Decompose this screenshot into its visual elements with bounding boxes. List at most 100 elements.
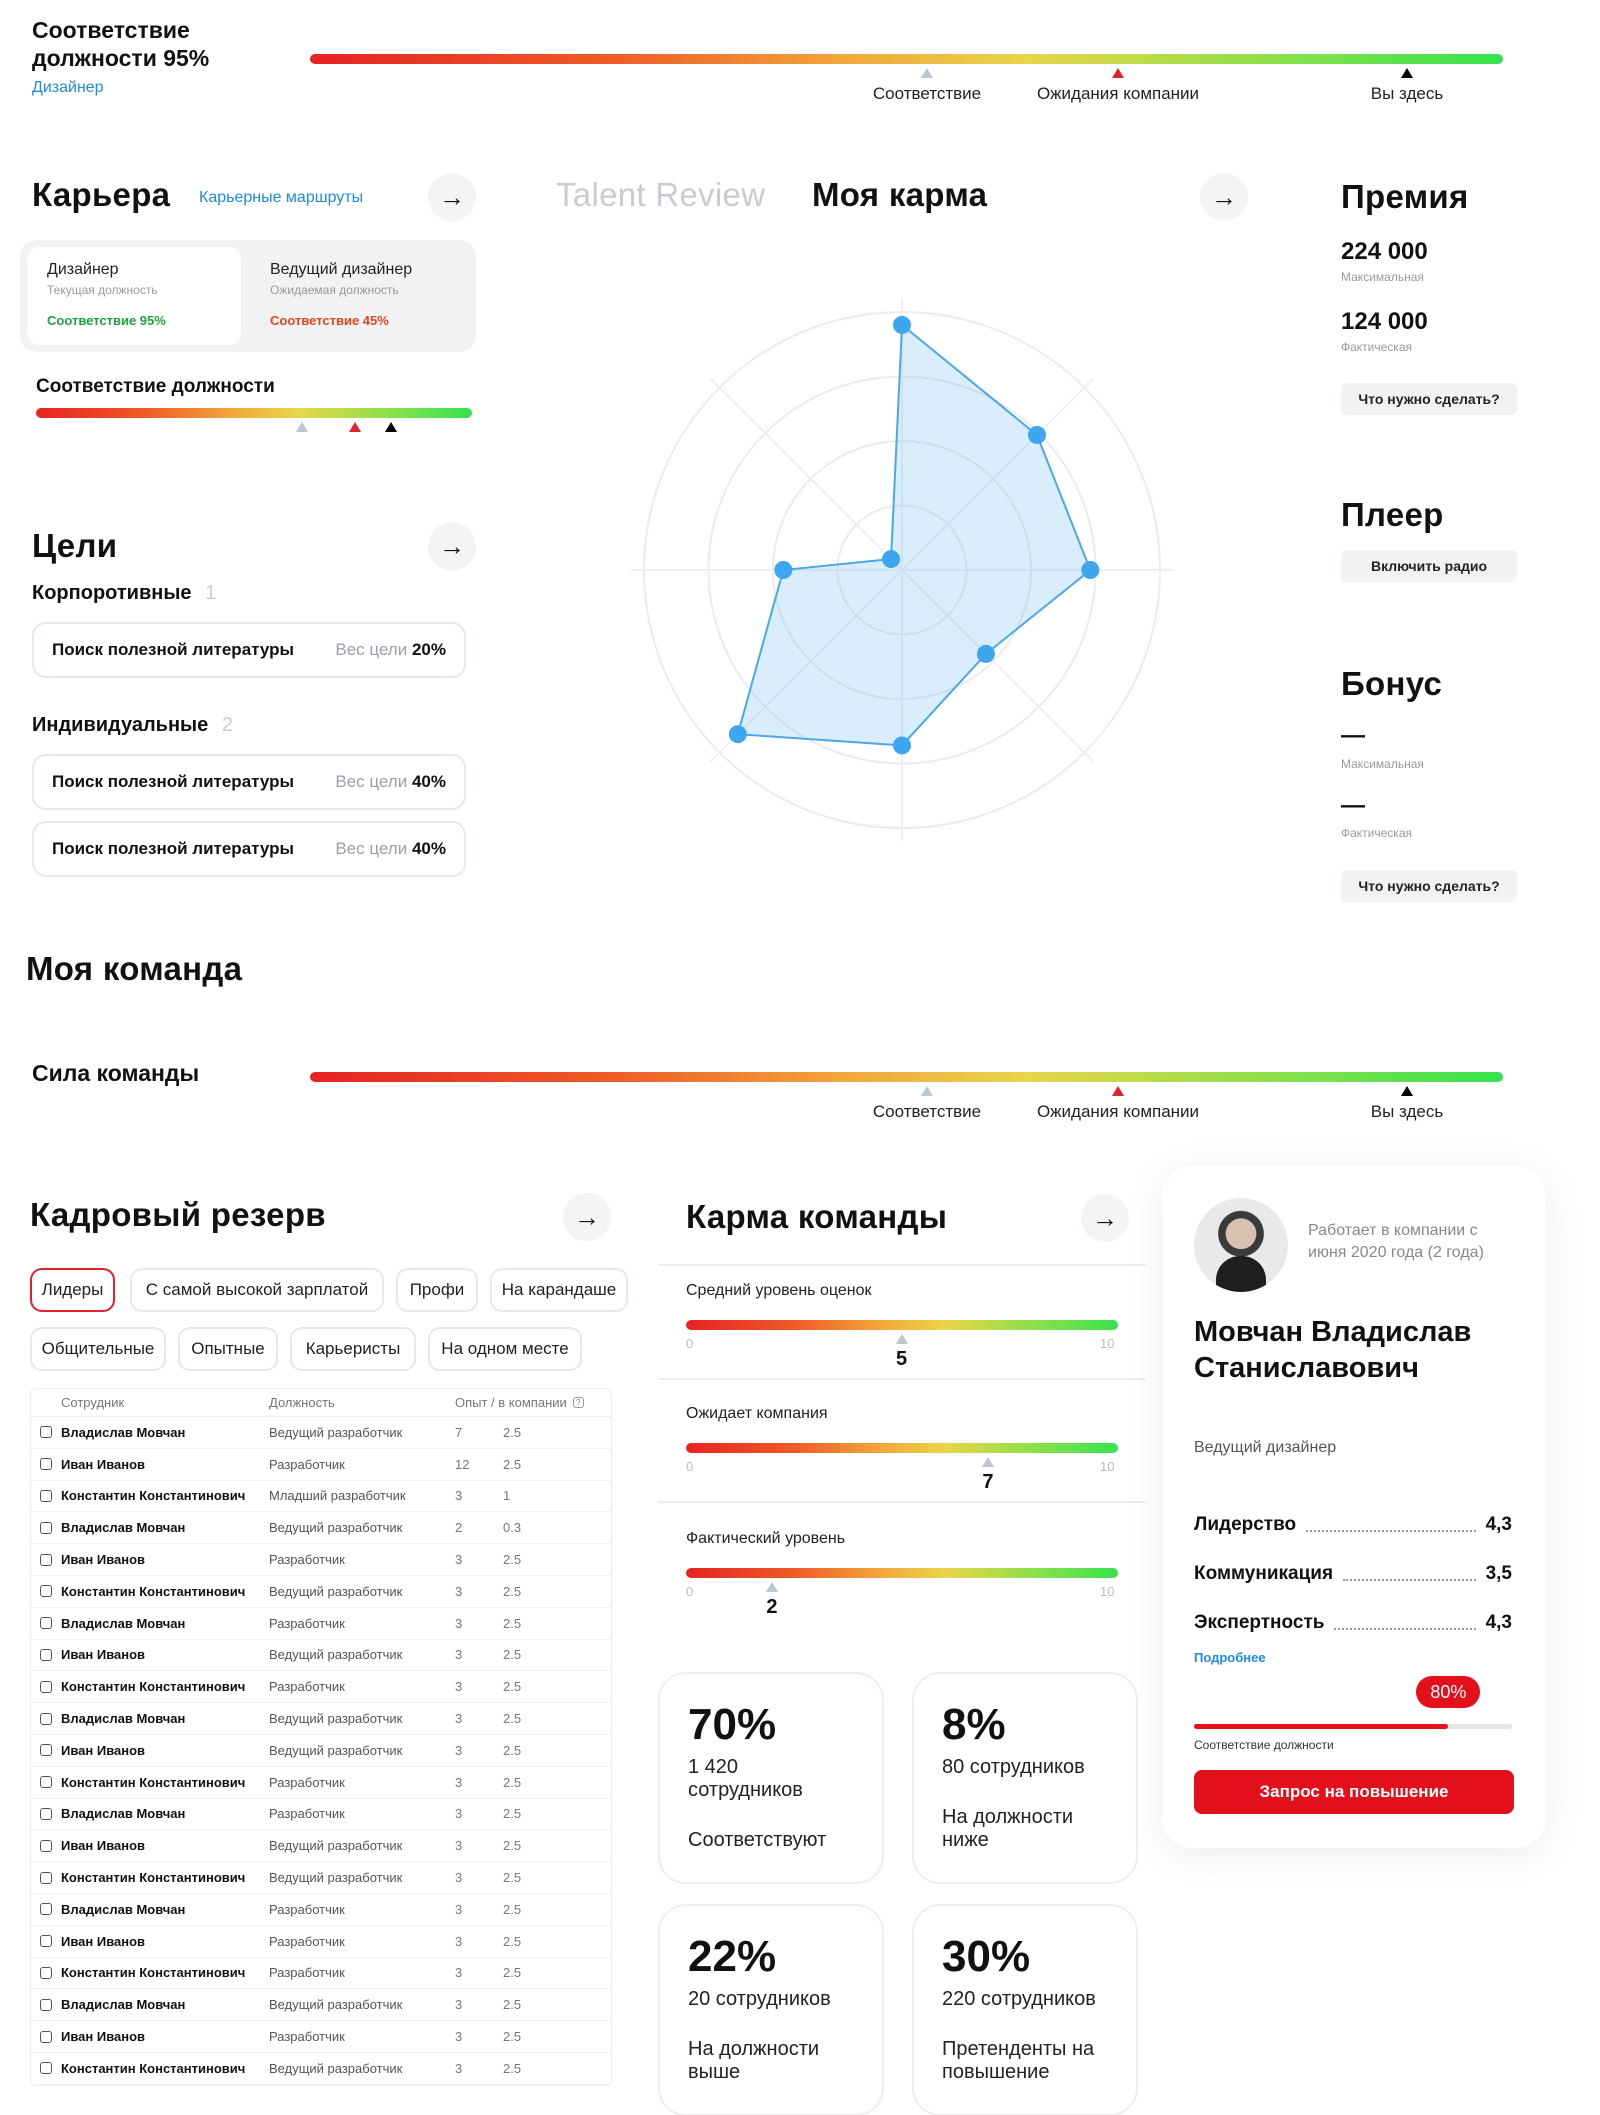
table-row[interactable]: Иван Иванов Ведущий разработчик 3 2.5 xyxy=(31,1640,611,1672)
karma-arrow-button[interactable]: → xyxy=(1200,173,1248,221)
promotion-request-button[interactable]: Запрос на повышение xyxy=(1194,1770,1514,1814)
card-label: На должности ниже xyxy=(942,1806,1074,1851)
team-karma-card[interactable]: 70% 1 420 сотрудников Соответствуют xyxy=(658,1672,884,1884)
row-info-icon[interactable] xyxy=(40,1744,52,1757)
cell-employee: Константин Константинович xyxy=(61,1488,246,1504)
table-row[interactable]: Иван Иванов Разработчик 3 2.5 xyxy=(31,1926,611,1958)
row-info-icon[interactable] xyxy=(40,1426,52,1439)
cell-in-company: 2.5 xyxy=(503,1997,522,2013)
table-row[interactable]: Константин Константинович Младший разраб… xyxy=(31,1481,611,1513)
goal-item[interactable]: Поиск полезной литературы Вес цели 40% xyxy=(32,754,466,810)
row-info-icon[interactable] xyxy=(40,1648,52,1661)
table-row[interactable]: Владислав Мовчан Ведущий разработчик 3 2… xyxy=(31,1703,611,1735)
goal-item[interactable]: Поиск полезной литературы Вес цели 40% xyxy=(32,821,466,877)
team-karma-arrow-button[interactable]: → xyxy=(1081,1194,1129,1242)
table-row[interactable]: Иван Иванов Разработчик 3 2.5 xyxy=(31,2021,611,2053)
table-row[interactable]: Иван Иванов Разработчик 3 2.5 xyxy=(31,1544,611,1576)
top-fit-subtitle[interactable]: Дизайнер xyxy=(32,79,104,97)
table-row[interactable]: Константин Константинович Ведущий разраб… xyxy=(31,1862,611,1894)
radar-point[interactable] xyxy=(976,644,995,663)
chip-same-place[interactable]: На одном месте xyxy=(428,1327,582,1371)
table-row[interactable]: Иван Иванов Разработчик 12 2.5 xyxy=(31,1449,611,1481)
skill-dots xyxy=(1334,1628,1476,1630)
team-karma-card[interactable]: 22% 20 сотрудников На должности выше xyxy=(658,1904,884,2115)
radar-point[interactable] xyxy=(1081,561,1100,579)
chip-experienced[interactable]: Опытные xyxy=(178,1327,278,1371)
table-row[interactable]: Константин Константинович Разработчик 3 … xyxy=(31,1671,611,1704)
team-karma-card[interactable]: 30% 220 сотрудников Претенденты на повыш… xyxy=(912,1904,1138,2115)
reserve-arrow-button[interactable]: → xyxy=(563,1193,611,1241)
goal-item[interactable]: Поиск полезной литературы Вес цели 20% xyxy=(32,622,466,678)
row-info-icon[interactable] xyxy=(40,1903,52,1916)
row-info-icon[interactable] xyxy=(40,1712,52,1725)
table-row[interactable]: Владислав Мовчан Разработчик 3 2.5 xyxy=(31,1608,611,1640)
col-experience-label: Опыт / в компании xyxy=(455,1395,567,1410)
row-info-icon[interactable] xyxy=(40,1585,52,1598)
table-row[interactable]: Константин Константинович Разработчик 3 … xyxy=(31,1767,611,1799)
table-row[interactable]: Владислав Мовчан Разработчик 3 2.5 xyxy=(31,1799,611,1831)
row-info-icon[interactable] xyxy=(40,1871,52,1884)
radio-button[interactable]: Включить радио xyxy=(1341,550,1517,582)
table-row[interactable]: Владислав Мовчан Ведущий разработчик 2 0… xyxy=(31,1512,611,1545)
table-row[interactable]: Константин Константинович Ведущий разраб… xyxy=(31,1576,611,1608)
card-label: Претенденты на повышение xyxy=(942,2038,1095,2083)
table-row[interactable]: Иван Иванов Ведущий разработчик 3 2.5 xyxy=(31,1735,611,1767)
row-info-icon[interactable] xyxy=(40,1553,52,1566)
avatar[interactable] xyxy=(1194,1198,1288,1292)
chip-careerists[interactable]: Карьеристы xyxy=(290,1327,416,1371)
row-info-icon[interactable] xyxy=(40,1680,52,1693)
radar-point[interactable] xyxy=(1028,425,1047,444)
tab-talent-review[interactable]: Talent Review xyxy=(556,176,765,214)
cell-in-company: 2.5 xyxy=(503,1838,522,1854)
top-fit-title: Соответствие должности 95% xyxy=(32,17,210,71)
chip-sociable[interactable]: Общительные xyxy=(30,1327,166,1371)
col-position[interactable]: Должность xyxy=(269,1395,455,1410)
career-current-card[interactable]: Дизайнер Текущая должность Соответствие … xyxy=(27,247,241,345)
premium-title: Премия xyxy=(1341,178,1469,215)
col-employee[interactable]: Сотрудник xyxy=(61,1395,269,1410)
radar-point[interactable] xyxy=(774,561,793,579)
career-expected-card[interactable]: Ведущий дизайнер Ожидаемая должность Соо… xyxy=(250,247,470,345)
career-routes-link[interactable]: Карьерные маршруты xyxy=(199,189,363,207)
chip-watchlist[interactable]: На карандаше xyxy=(490,1268,628,1312)
cell-position: Ведущий разработчик xyxy=(269,1647,403,1663)
cell-in-company: 2.5 xyxy=(503,1552,522,1568)
team-strength-title: Сила команды xyxy=(32,1060,200,1086)
row-info-icon[interactable] xyxy=(40,1776,52,1789)
goal-weight-value: 20% xyxy=(411,640,446,659)
row-info-icon[interactable] xyxy=(40,1458,52,1471)
row-info-icon[interactable] xyxy=(40,1998,52,2011)
row-info-icon[interactable] xyxy=(40,2030,52,2043)
goals-arrow-button[interactable]: → xyxy=(428,522,476,570)
radar-point[interactable] xyxy=(893,315,911,334)
career-arrow-button[interactable]: → xyxy=(428,173,476,221)
col-experience[interactable]: Опыт / в компании? xyxy=(455,1395,584,1410)
table-row[interactable]: Константин Константинович Ведущий разраб… xyxy=(31,2053,611,2085)
bonus-todo-button[interactable]: Что нужно сделать? xyxy=(1341,870,1517,902)
table-row[interactable]: Иван Иванов Ведущий разработчик 3 2.5 xyxy=(31,1830,611,1863)
chip-top-salary[interactable]: С самой высокой зарплатой xyxy=(130,1268,384,1312)
row-info-icon[interactable] xyxy=(40,1489,52,1502)
premium-todo-button[interactable]: Что нужно сделать? xyxy=(1341,383,1517,415)
skill-dots xyxy=(1306,1530,1476,1532)
team-karma-card[interactable]: 8% 80 сотрудников На должности ниже xyxy=(912,1672,1138,1884)
table-row[interactable]: Константин Константинович Разработчик 3 … xyxy=(31,1958,611,1990)
cell-in-company: 2.5 xyxy=(503,1901,522,1917)
radar-point[interactable] xyxy=(728,725,747,744)
row-info-icon[interactable] xyxy=(40,1966,52,1979)
row-info-icon[interactable] xyxy=(40,1839,52,1852)
radar-point[interactable] xyxy=(882,550,901,569)
row-info-icon[interactable] xyxy=(40,1521,52,1534)
chip-pros[interactable]: Профи xyxy=(396,1268,478,1312)
row-info-icon[interactable] xyxy=(40,1807,52,1820)
row-info-icon[interactable] xyxy=(40,1617,52,1630)
table-row[interactable]: Владислав Мовчан Ведущий разработчик 7 2… xyxy=(31,1417,611,1449)
table-row[interactable]: Владислав Мовчан Разработчик 3 2.5 xyxy=(31,1894,611,1926)
more-link[interactable]: Подробнее xyxy=(1194,1650,1266,1665)
row-info-icon[interactable] xyxy=(40,2062,52,2075)
tab-my-karma[interactable]: Моя карма xyxy=(812,176,987,214)
chip-leaders[interactable]: Лидеры xyxy=(30,1268,115,1312)
table-row[interactable]: Владислав Мовчан Ведущий разработчик 3 2… xyxy=(31,1989,611,2022)
radar-point[interactable] xyxy=(893,736,911,755)
row-info-icon[interactable] xyxy=(40,1935,52,1948)
